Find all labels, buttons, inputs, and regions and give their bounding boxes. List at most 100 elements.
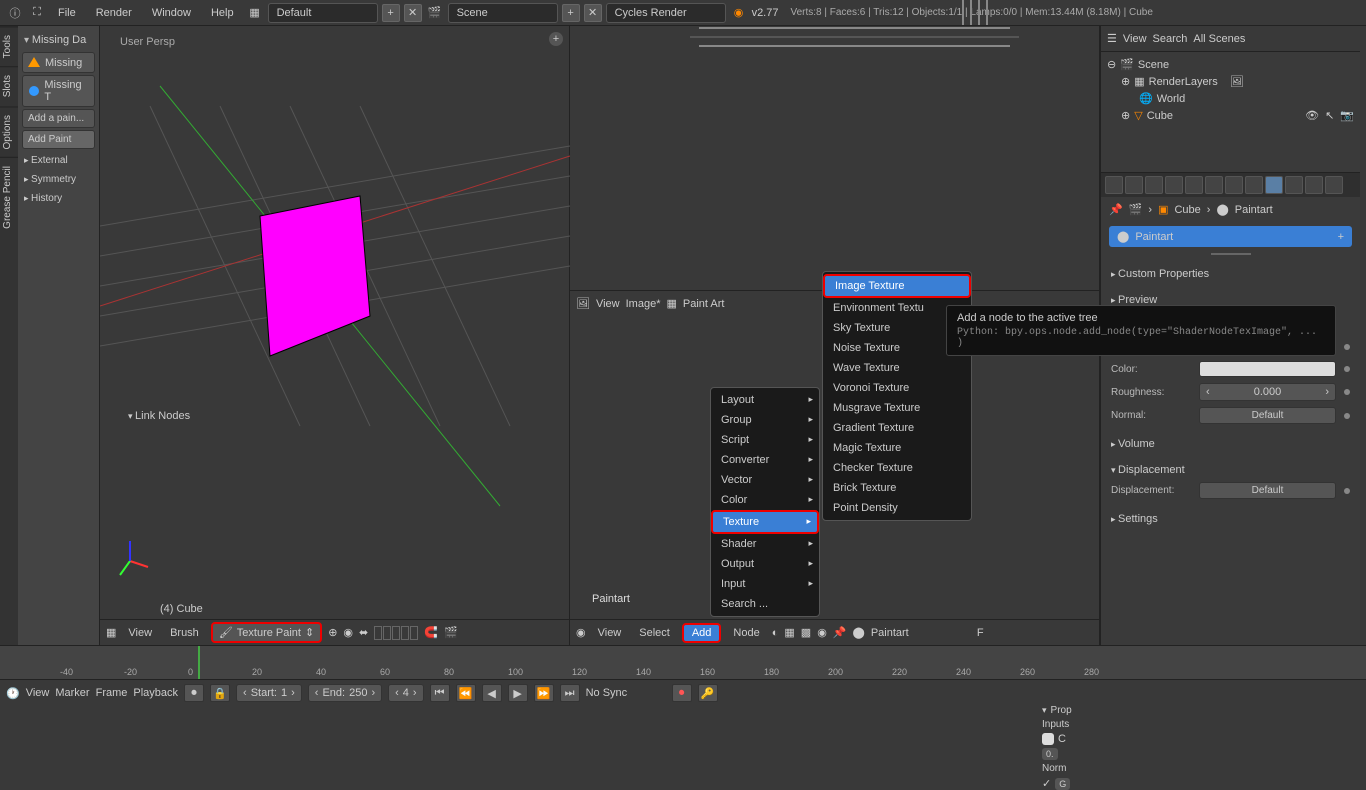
tree-cube[interactable]: ⊕▽Cube 👁 ↖ 📷: [1107, 107, 1354, 124]
menu-converter[interactable]: Converter: [711, 450, 819, 470]
expand-icon[interactable]: ⛶: [28, 4, 46, 22]
add-paint-button[interactable]: Add Paint: [22, 130, 95, 149]
missing-texture-item[interactable]: Missing T: [22, 75, 95, 107]
add-slot-button[interactable]: +: [1338, 231, 1344, 243]
menu-help[interactable]: Help: [203, 3, 242, 23]
layout-add-button[interactable]: +: [382, 4, 400, 22]
crumb-material[interactable]: Paintart: [1235, 204, 1273, 216]
play-icon[interactable]: ▶: [508, 684, 528, 702]
compositing-icon[interactable]: ▦: [784, 626, 794, 639]
menu-output[interactable]: Output: [711, 554, 819, 574]
section-displacement[interactable]: Displacement: [1111, 461, 1350, 479]
tab-options[interactable]: Options: [0, 106, 18, 157]
menu-node[interactable]: Node: [727, 627, 765, 639]
tab-render-layers[interactable]: [1125, 176, 1143, 194]
tab-physics[interactable]: [1325, 176, 1343, 194]
menu-view[interactable]: View: [122, 627, 158, 639]
socket-dot[interactable]: [1344, 488, 1350, 494]
menu-brick-texture[interactable]: Brick Texture: [823, 478, 971, 498]
menu-render[interactable]: Render: [88, 3, 140, 23]
record-icon[interactable]: ⏺: [672, 684, 692, 702]
socket-dot[interactable]: [1344, 413, 1350, 419]
menu-window[interactable]: Window: [144, 3, 199, 23]
menu-playback[interactable]: Playback: [133, 687, 178, 699]
circle-plus-icon[interactable]: ⊕: [1121, 75, 1130, 88]
texture-type-icon[interactable]: ▩: [801, 626, 811, 639]
section-symmetry[interactable]: Symmetry: [22, 170, 95, 189]
tree-scene[interactable]: ⊖🎬Scene: [1107, 56, 1354, 73]
outliner-filter[interactable]: All Scenes: [1193, 33, 1354, 45]
menu-magic-texture[interactable]: Magic Texture: [823, 438, 971, 458]
section-prop[interactable]: Prop: [1042, 705, 1095, 716]
menu-layout[interactable]: Layout: [711, 390, 819, 410]
menu-point-density[interactable]: Point Density: [823, 498, 971, 518]
scene-remove-button[interactable]: ✕: [584, 4, 602, 22]
menu-script[interactable]: Script: [711, 430, 819, 450]
color-swatch[interactable]: [1042, 733, 1054, 745]
restrict-view-icon[interactable]: 👁: [1305, 109, 1319, 122]
use-nodes-icon[interactable]: ◉: [817, 626, 827, 639]
tab-tools[interactable]: Tools: [0, 26, 18, 66]
tab-world[interactable]: [1165, 176, 1183, 194]
current-frame-field[interactable]: ‹4›: [388, 684, 423, 702]
menu-view[interactable]: View: [1123, 33, 1147, 45]
menu-gradient-texture[interactable]: Gradient Texture: [823, 418, 971, 438]
render-preview-button[interactable]: 🎬: [444, 626, 458, 639]
tab-object[interactable]: [1185, 176, 1203, 194]
next-keyframe-icon[interactable]: ⏩: [534, 684, 554, 702]
link-nodes-header[interactable]: Link Nodes: [128, 410, 202, 422]
menu-frame[interactable]: Frame: [96, 687, 128, 699]
panel-missing-data[interactable]: ▾ Missing Da: [22, 30, 95, 50]
timeline-cursor[interactable]: [198, 646, 200, 679]
value-field[interactable]: 0.: [1042, 748, 1058, 760]
timeline-ruler[interactable]: -40-200204060801001201401601802002202402…: [0, 646, 1366, 680]
tab-particles[interactable]: [1305, 176, 1323, 194]
menu-input[interactable]: Input: [711, 574, 819, 594]
menu-image[interactable]: Image*: [626, 298, 661, 310]
missing-item[interactable]: Missing: [22, 52, 95, 73]
layout-icon[interactable]: ▦: [246, 4, 264, 22]
layout-select[interactable]: Default: [268, 3, 378, 23]
menu-shader[interactable]: Shader: [711, 534, 819, 554]
sync-mode-select[interactable]: No Sync: [586, 687, 666, 699]
pin-icon[interactable]: 📌: [1109, 203, 1123, 216]
menu-image-texture[interactable]: Image Texture: [823, 274, 971, 298]
render-engine-select[interactable]: Cycles Render: [606, 3, 726, 23]
tab-slots[interactable]: Slots: [0, 66, 18, 105]
fake-user-button[interactable]: F: [977, 627, 984, 639]
editor-type-icon[interactable]: 🕐: [6, 687, 20, 700]
tree-renderlayers[interactable]: ⊕▦RenderLayers 🖼: [1107, 73, 1354, 90]
editor-type-icon[interactable]: ◉: [576, 626, 586, 639]
node-editor[interactable]: Paintart Node: N🔗 L▭ ▸C Prop Inputs C 0.…: [570, 316, 1099, 645]
material-icon[interactable]: ⬤: [853, 626, 865, 639]
crumb-cube[interactable]: Cube: [1174, 204, 1200, 216]
menu-add[interactable]: Add: [682, 623, 722, 643]
layers-widget[interactable]: [374, 626, 418, 640]
circle-minus-icon[interactable]: ⊖: [1107, 58, 1116, 71]
menu-wave-texture[interactable]: Wave Texture: [823, 358, 971, 378]
editor-type-icon[interactable]: ☰: [1107, 32, 1117, 45]
menu-view[interactable]: View: [26, 687, 50, 699]
menu-search[interactable]: Search ...: [711, 594, 819, 614]
menu-checker-texture[interactable]: Checker Texture: [823, 458, 971, 478]
keying-set-icon[interactable]: 🔑: [698, 684, 718, 702]
menu-marker[interactable]: Marker: [55, 687, 89, 699]
pin-icon[interactable]: 📌: [833, 626, 847, 639]
section-settings[interactable]: Settings: [1111, 510, 1350, 528]
tab-scene[interactable]: [1145, 176, 1163, 194]
lock-icon[interactable]: 🔒: [210, 684, 230, 702]
scene-select[interactable]: Scene: [448, 3, 558, 23]
menu-musgrave-texture[interactable]: Musgrave Texture: [823, 398, 971, 418]
normal-field[interactable]: Default: [1199, 407, 1336, 424]
3d-viewport[interactable]: User Persp + (4) Cube Link Nodes ▦: [100, 26, 570, 645]
node-tree-field[interactable]: Paintart: [871, 627, 971, 639]
orientation-button[interactable]: ⊕: [328, 626, 337, 639]
menu-select[interactable]: Select: [633, 627, 676, 639]
tab-data[interactable]: [1245, 176, 1263, 194]
material-slot[interactable]: ⬤ Paintart +: [1109, 226, 1352, 247]
menu-color[interactable]: Color: [711, 490, 819, 510]
section-volume[interactable]: Volume: [1111, 435, 1350, 453]
color-field[interactable]: [1199, 361, 1336, 377]
menu-voronoi-texture[interactable]: Voronoi Texture: [823, 378, 971, 398]
section-custom-props[interactable]: Custom Properties: [1111, 265, 1350, 283]
